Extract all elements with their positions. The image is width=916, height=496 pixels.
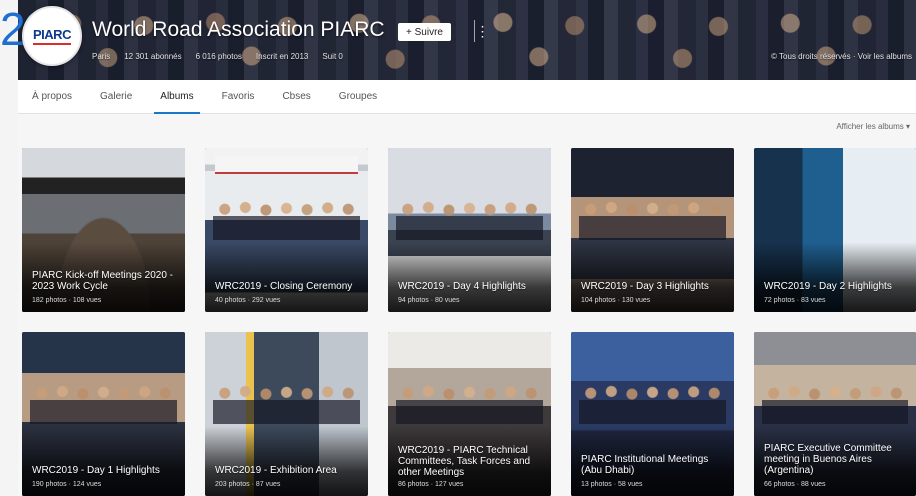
album-meta: 190 photos · 124 vues — [32, 481, 102, 488]
album-title: WRC2019 - Day 2 Highlights — [764, 281, 892, 292]
album-title: WRC2019 - Day 4 Highlights — [398, 281, 526, 292]
profile-tabs: À propos Galerie Albums Favoris Cbses Gr… — [18, 80, 916, 114]
album-meta: 104 photos · 130 vues — [581, 297, 651, 304]
album-meta: 13 photos · 58 vues — [581, 481, 643, 488]
people-graphic — [762, 380, 908, 424]
tab-favorites[interactable]: Favoris — [208, 80, 269, 114]
people-graphic — [213, 380, 360, 424]
event-banner-graphic — [215, 156, 358, 174]
album-title: PIARC Institutional Meetings (Abu Dhabi) — [581, 454, 709, 476]
album-meta: 203 photos · 87 vues — [215, 481, 281, 488]
album-card[interactable]: WRC2019 - Day 1 Highlights 190 photos · … — [22, 332, 185, 496]
piarc-logo-text: PIARC — [33, 27, 71, 45]
piarc-logo-avatar[interactable]: PIARC — [22, 6, 82, 66]
tab-groups[interactable]: Groupes — [325, 80, 391, 114]
album-title: WRC2019 - PIARC Technical Committees, Ta… — [398, 445, 531, 478]
people-graphic — [396, 196, 543, 240]
albums-content: Afficher les albums ▾ PIARC Kick-off Mee… — [18, 114, 916, 496]
album-meta: 72 photos · 83 vues — [764, 297, 826, 304]
profile-stat: Inscrit en 2013 — [255, 52, 309, 61]
album-title: WRC2019 - Day 3 Highlights — [581, 281, 709, 292]
album-card[interactable]: WRC2019 - Day 4 Highlights 94 photos · 8… — [388, 148, 551, 312]
profile-banner: World Road Association PIARC + Suivre ⋮ … — [18, 0, 916, 80]
sort-dropdown[interactable]: Afficher les albums ▾ — [836, 122, 910, 131]
album-card[interactable]: WRC2019 - Day 3 Highlights 104 photos · … — [571, 148, 734, 312]
album-title: PIARC Kick-off Meetings 2020 - 2023 Work… — [32, 270, 173, 292]
album-meta: 66 photos · 88 vues — [764, 481, 826, 488]
album-meta: 40 photos · 292 vues — [215, 297, 281, 304]
album-card[interactable]: WRC2019 - Closing Ceremony 40 photos · 2… — [205, 148, 368, 312]
album-card[interactable]: WRC2019 - Exhibition Area 203 photos · 8… — [205, 332, 368, 496]
banner-right-text: © Tous droits réservés · Voir les albums — [771, 52, 912, 61]
profile-stat: Suit 0 — [322, 52, 343, 61]
tab-gallery[interactable]: Galerie — [86, 80, 146, 114]
album-meta: 94 photos · 80 vues — [398, 297, 460, 304]
tab-about[interactable]: À propos — [18, 80, 86, 114]
album-title: PIARC Executive Committee meeting in Bue… — [764, 443, 892, 476]
profile-stat: Paris — [92, 52, 111, 61]
album-title: WRC2019 - Exhibition Area — [215, 465, 337, 476]
album-card[interactable]: PIARC Kick-off Meetings 2020 - 2023 Work… — [22, 148, 185, 312]
album-title: WRC2019 - Day 1 Highlights — [32, 465, 160, 476]
flickr-profile-page: 20 World Road Association PIARC + Suivre… — [0, 0, 916, 496]
more-icon[interactable]: ⋮ — [474, 20, 490, 42]
album-meta: 182 photos · 108 vues — [32, 297, 102, 304]
follow-button[interactable]: + Suivre — [398, 23, 451, 41]
profile-stat: 6 016 photos — [195, 52, 242, 61]
people-graphic — [213, 196, 360, 240]
people-graphic — [396, 380, 543, 424]
album-card[interactable]: WRC2019 - PIARC Technical Committees, Ta… — [388, 332, 551, 496]
album-card[interactable]: PIARC Executive Committee meeting in Bue… — [754, 332, 916, 496]
tab-places[interactable]: Cbses — [268, 80, 324, 114]
album-card[interactable]: PIARC Institutional Meetings (Abu Dhabi)… — [571, 332, 734, 496]
profile-title: World Road Association PIARC — [92, 18, 385, 41]
profile-stats: Paris 12 301 abonnés 6 016 photos Inscri… — [92, 52, 343, 61]
album-meta: 86 photos · 127 vues — [398, 481, 464, 488]
people-graphic — [579, 380, 726, 424]
people-graphic — [30, 380, 177, 424]
album-card[interactable]: WRC2019 - Day 2 Highlights 72 photos · 8… — [754, 148, 916, 312]
tab-albums[interactable]: Albums — [146, 80, 207, 114]
profile-stat: 12 301 abonnés — [124, 52, 182, 61]
album-title: WRC2019 - Closing Ceremony — [215, 281, 353, 292]
people-graphic — [579, 196, 726, 240]
